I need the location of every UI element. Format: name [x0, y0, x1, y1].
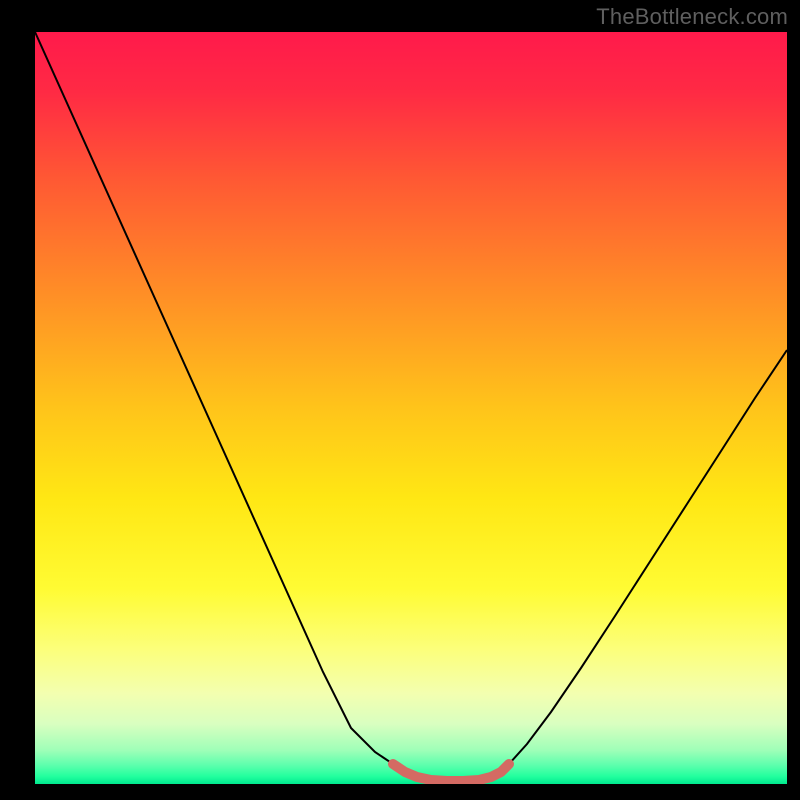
curve-right-branch: [509, 350, 787, 764]
bottleneck-curve: [35, 32, 787, 784]
curve-valley-highlight: [393, 764, 509, 781]
curve-left-branch: [35, 32, 393, 764]
chart-frame: TheBottleneck.com: [0, 0, 800, 800]
watermark-text: TheBottleneck.com: [596, 4, 788, 30]
plot-area: [35, 32, 787, 784]
